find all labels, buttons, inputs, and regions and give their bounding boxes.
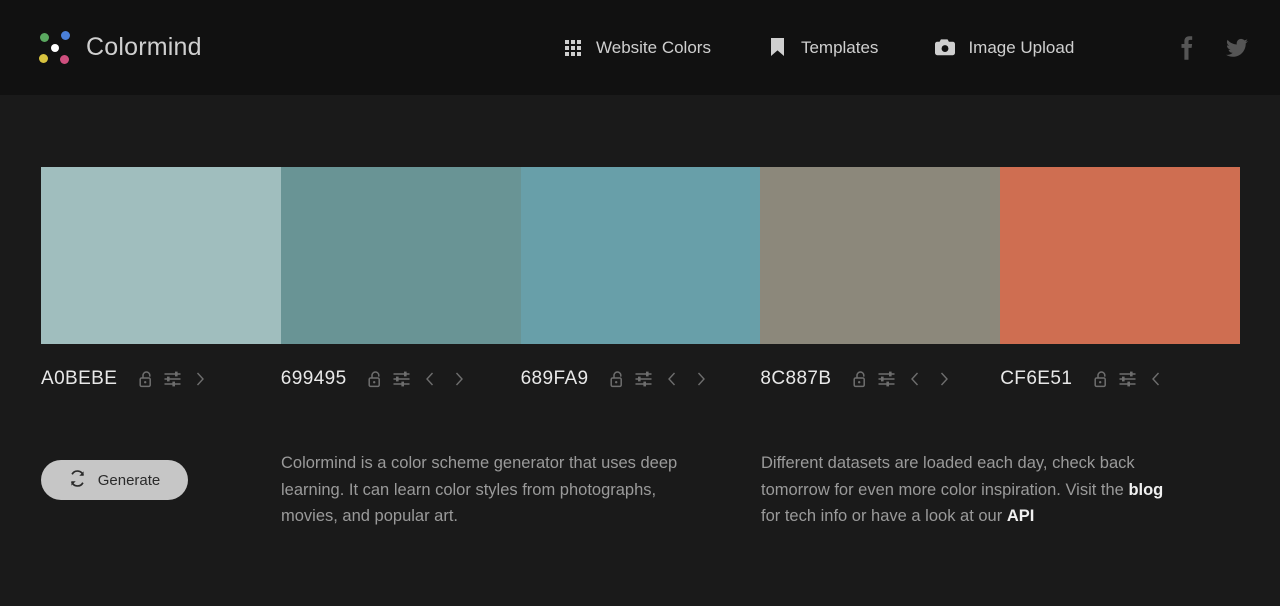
brand-name: Colormind [86, 33, 202, 61]
refresh-icon [69, 469, 86, 491]
hex-value-5[interactable]: CF6E51 [1000, 368, 1072, 390]
unlock-icon-4[interactable] [847, 366, 873, 392]
next-color-2[interactable] [445, 366, 475, 392]
generate-button[interactable]: Generate [41, 460, 188, 500]
swatch-control-4: 8C887B [760, 344, 1000, 400]
site-header: Colormind Website Colors Templates Image… [0, 0, 1280, 95]
colormind-logo-icon [38, 30, 72, 65]
color-swatch-2[interactable] [280, 167, 521, 344]
api-link[interactable]: API [1007, 507, 1035, 525]
facebook-icon [1181, 35, 1193, 60]
info-text-part-one: Different datasets are loaded each day, … [761, 454, 1135, 499]
info-text-part-two: for tech info or have a look at our [761, 507, 1007, 526]
color-palette [41, 167, 1240, 344]
info-column-two: Different datasets are loaded each day, … [761, 450, 1171, 530]
prev-color-3[interactable] [657, 366, 687, 392]
unlock-icon-1[interactable] [133, 366, 159, 392]
next-color-1[interactable] [185, 366, 215, 392]
prev-color-4[interactable] [899, 366, 929, 392]
sliders-icon-5[interactable] [1114, 366, 1140, 392]
blog-link[interactable]: blog [1128, 481, 1163, 499]
grid-icon [563, 38, 583, 58]
unlock-icon-5[interactable] [1088, 366, 1114, 392]
swatch-control-5: CF6E51 [1000, 344, 1240, 400]
swatch-control-2: 699495 [281, 344, 521, 400]
nav-item-website-colors[interactable]: Website Colors [563, 38, 711, 58]
color-swatch-5[interactable] [1000, 167, 1240, 344]
twitter-icon [1226, 38, 1248, 57]
social-links [1176, 0, 1248, 95]
sliders-icon-4[interactable] [873, 366, 899, 392]
bookmark-icon [768, 38, 788, 58]
logo-dot-yellow [39, 53, 48, 63]
swatch-control-1: A0BEBE [41, 344, 281, 400]
next-color-4[interactable] [929, 366, 959, 392]
camera-icon [935, 38, 956, 58]
main-navigation: Website Colors Templates Image Upload [563, 0, 1074, 95]
sliders-icon-3[interactable] [631, 366, 657, 392]
logo-dot-white [51, 43, 59, 52]
nav-label-website-colors: Website Colors [596, 37, 711, 57]
nav-item-image-upload[interactable]: Image Upload [935, 38, 1074, 58]
prev-color-5[interactable] [1140, 366, 1170, 392]
hex-value-2[interactable]: 699495 [281, 368, 347, 390]
nav-label-image-upload: Image Upload [968, 37, 1075, 57]
prev-color-2[interactable] [415, 366, 445, 392]
facebook-link[interactable] [1176, 35, 1198, 60]
next-color-3[interactable] [687, 366, 717, 392]
unlock-icon-2[interactable] [363, 366, 389, 392]
generate-label: Generate [97, 471, 161, 489]
unlock-icon-3[interactable] [605, 366, 631, 392]
logo-dot-green [40, 32, 49, 42]
generate-wrapper: Generate [41, 460, 188, 500]
swatch-control-3: 689FA9 [521, 344, 761, 400]
logo-dot-blue [61, 30, 70, 40]
logo-dot-pink [60, 54, 69, 64]
hex-value-4[interactable]: 8C887B [760, 368, 831, 390]
color-swatch-3[interactable] [520, 167, 761, 344]
swatch-controls: A0BEBE 699495 689FA9 8C887B CF6E51 [41, 344, 1240, 400]
sliders-icon-2[interactable] [389, 366, 415, 392]
brand-logo[interactable]: Colormind [38, 0, 202, 95]
nav-item-templates[interactable]: Templates [768, 38, 878, 58]
hex-value-1[interactable]: A0BEBE [41, 368, 117, 390]
color-swatch-4[interactable] [760, 167, 1001, 344]
nav-label-templates: Templates [800, 37, 879, 57]
sliders-icon-1[interactable] [159, 366, 185, 392]
hex-value-3[interactable]: 689FA9 [521, 368, 589, 390]
color-swatch-1[interactable] [41, 167, 281, 344]
main-content: A0BEBE 699495 689FA9 8C887B CF6E51 Gener… [0, 95, 1280, 606]
info-column-one: Colormind is a color scheme generator th… [281, 454, 678, 526]
twitter-link[interactable] [1226, 36, 1248, 60]
